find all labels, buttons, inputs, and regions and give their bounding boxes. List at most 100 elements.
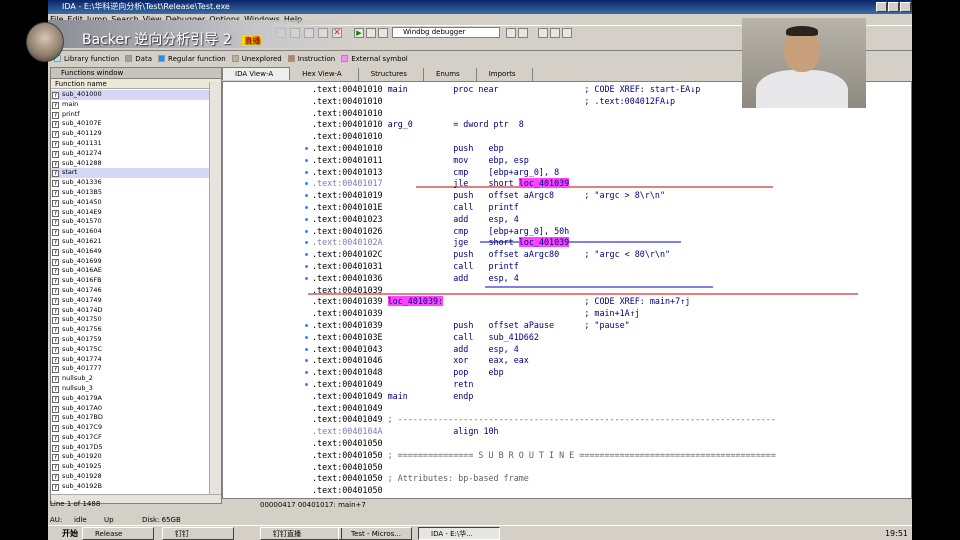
taskbar-item[interactable]: Release [82,527,154,540]
breakpoint-dot[interactable] [305,170,308,174]
minimize-button[interactable] [876,2,887,12]
disasm-line[interactable]: .text:00401011 mov ebp, esp [312,155,529,167]
disasm-line[interactable]: .text:0040103E call sub_41D662 [312,332,539,344]
disasm-line[interactable]: .text:0040102A jge short loc_401039 [312,237,570,249]
breakpoint-icon[interactable] [538,28,548,38]
jump-target-label[interactable]: loc_401039 [518,237,570,248]
function-list-item[interactable]: f sub_401756 [51,325,209,335]
breakpoint-dot[interactable] [305,347,308,351]
disasm-line[interactable]: .text:00401013 cmp [ebp+arg_0], 8 [312,167,559,179]
function-list-item[interactable]: f sub_401750 [51,315,209,325]
breakpoint-dot[interactable] [305,276,308,280]
function-list-item[interactable]: f sub_401450 [51,198,209,208]
function-name-column-header[interactable]: Function name [51,79,221,89]
taskbar-item[interactable]: 钉钉直播 [260,527,342,540]
disasm-line[interactable]: .text:00401039 ; main+1A↑j [312,308,640,320]
disasm-label[interactable]: arg_0 [388,119,413,129]
function-list-item[interactable]: f sub_401699 [51,257,209,267]
disasm-line[interactable]: .text:00401010 main proc near ; CODE XRE… [312,84,700,96]
tab-imports[interactable]: Imports [477,68,533,81]
disasm-line[interactable]: .text:00401010 arg_0 = dword ptr 8 [312,119,524,131]
disasm-line[interactable]: .text:00401049 retn [312,379,473,391]
disasm-line[interactable]: .text:00401017 jle short loc_401039 [312,178,570,190]
function-list-item[interactable]: f start [51,168,209,179]
disasm-line[interactable]: .text:00401036 add esp, 4 [312,273,519,285]
function-list-item[interactable]: f sub_401925 [51,462,209,472]
function-list-item[interactable]: f sub_4017CF [51,433,209,443]
disasm-line[interactable]: .text:00401050 [312,438,453,450]
disasm-line[interactable]: .text:00401048 pop ebp [312,367,504,379]
disasm-line[interactable]: .text:00401039 [312,285,453,297]
close-button[interactable] [900,2,911,12]
function-list-item[interactable]: f sub_401336 [51,178,209,188]
function-list-item[interactable]: f sub_401759 [51,335,209,345]
disasm-line[interactable]: .text:00401039 push offset aPause ; "pau… [312,320,630,332]
start-button[interactable]: 开始 [50,527,78,540]
step-icon[interactable] [562,28,572,38]
disassembly-view[interactable]: .text:00401010 main proc near ; CODE XRE… [222,81,912,499]
functions-window-header[interactable]: Functions window [51,68,221,79]
function-list-item[interactable]: f sub_401746 [51,286,209,296]
function-list-item[interactable]: f sub_401920 [51,452,209,462]
taskbar-item[interactable]: Test - Micros... [338,527,412,540]
stop-debug-icon[interactable] [378,28,388,38]
attach-icon[interactable] [506,28,516,38]
breakpoint-dot[interactable] [305,383,308,386]
breakpoint-dot[interactable] [305,229,308,233]
function-list-item[interactable]: f sub_401129 [51,129,209,139]
function-list-item[interactable]: f nullsub_3 [51,384,209,394]
function-list-item[interactable]: f sub_40179A [51,394,209,404]
taskbar-item[interactable]: IDA - E:\华... [418,527,500,540]
breakpoint-dot[interactable] [305,158,308,162]
disasm-line[interactable]: .text:00401046 xor eax, eax [312,355,529,367]
function-list-item[interactable]: f sub_401131 [51,139,209,149]
disasm-line[interactable]: .text:0040102C push offset aArgc80 ; "ar… [312,249,670,261]
disasm-line[interactable]: .text:00401010 ; .text:004012FA↓p [312,96,675,108]
function-list-item[interactable]: f nullsub_2 [51,374,209,384]
function-list-item[interactable]: f sub_401621 [51,237,209,247]
function-list-item[interactable]: f sub_4013B5 [51,188,209,198]
disasm-line[interactable]: .text:00401050 [312,485,453,497]
disasm-line[interactable]: .text:00401049 [312,403,453,415]
disasm-line[interactable]: .text:00401026 cmp [ebp+arg_0], 50h [312,226,569,238]
disasm-line[interactable]: .text:00401039 loc_401039: ; CODE XREF: … [312,296,690,308]
tab-enums[interactable]: Enums [424,68,477,81]
breakpoint-dot[interactable] [305,335,308,339]
disasm-line[interactable]: .text:00401010 [312,131,453,143]
disasm-label[interactable]: loc_401039: [387,296,444,307]
function-list-item[interactable]: f sub_401288 [51,159,209,169]
jump-target-label[interactable]: loc_401039 [518,178,570,189]
function-list-item[interactable]: f sub_401777 [51,364,209,374]
function-list-item[interactable]: f sub_401749 [51,296,209,306]
function-list-item[interactable]: f printf [51,110,209,120]
disasm-line[interactable]: .text:00401050 [312,462,453,474]
function-list-item[interactable]: f sub_401274 [51,149,209,159]
disasm-line[interactable]: .text:00401049 main endp [312,391,473,403]
function-list-item[interactable]: f sub_401000 [51,90,209,100]
disasm-line[interactable]: .text:00401050 ; Attributes: bp-based fr… [312,473,529,485]
disasm-line[interactable]: .text:00401049 ; -----------------------… [312,414,776,426]
function-list-item[interactable]: f sub_40174D [51,306,209,316]
disasm-line[interactable]: .text:00401023 add esp, 4 [312,214,519,226]
tab-structures[interactable]: Structures [359,68,424,81]
debugger-select[interactable]: Windbg debugger [392,27,500,38]
pause-icon[interactable] [366,28,376,38]
breakpoint-dot[interactable] [305,206,308,209]
breakpoint-dot[interactable] [305,324,308,327]
breakpoint-dot[interactable] [305,265,308,268]
disasm-line[interactable]: .text:00401050 ; =============== S U B R… [312,450,776,462]
function-list-item[interactable]: f sub_4017BD [51,413,209,423]
function-list-item[interactable]: f sub_401604 [51,227,209,237]
breakpoint-dot[interactable] [305,147,308,150]
disasm-line[interactable]: .text:0040101E call printf [312,202,519,214]
function-list-item[interactable]: f sub_401570 [51,217,209,227]
disasm-line[interactable]: .text:00401010 [312,108,453,120]
disasm-line[interactable]: .text:00401031 call printf [312,261,519,273]
function-list-item[interactable]: f sub_4014E9 [51,208,209,218]
disasm-line[interactable]: .text:0040104A align 10h [312,426,499,438]
function-list-item[interactable]: f sub_4017C9 [51,423,209,433]
function-list-item[interactable]: f sub_401774 [51,355,209,365]
tab-ida-view-a[interactable]: IDA View-A [222,67,291,80]
function-list-item[interactable]: f sub_401649 [51,247,209,257]
function-list-item[interactable]: f main [51,100,209,110]
